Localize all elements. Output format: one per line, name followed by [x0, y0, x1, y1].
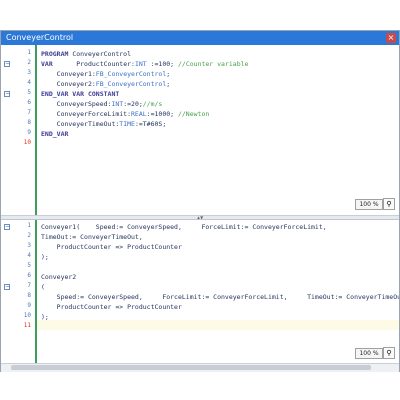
code-token: :=20; — [123, 100, 143, 108]
line-number: 9 — [27, 129, 31, 136]
code-line[interactable]: Speed:= ConveyerSpeed, ForceLimit:= Conv… — [41, 292, 399, 302]
zoom-level[interactable]: 100 % — [355, 199, 383, 210]
code-token: Conveyer2: — [41, 80, 96, 88]
line-number: 11 — [23, 322, 31, 329]
code-line[interactable]: Conveyer1:FB_ConveyerControl; — [41, 69, 171, 79]
line-number: 7 — [27, 109, 31, 116]
code-token: END_VAR VAR CONSTANT — [41, 90, 120, 98]
code-token: Speed:= ConveyerSpeed, ForceLimit:= Conv… — [41, 293, 399, 301]
zoom-icon[interactable]: ⚲ — [383, 347, 395, 359]
code-token: TimeOut:= ConveyerTimeOut, — [41, 233, 143, 241]
code-token: ProductCounter => ProductCounter — [41, 303, 182, 311]
code-token: ); — [41, 313, 49, 321]
line-number: 1 — [27, 49, 31, 56]
code-token: ( — [41, 283, 45, 291]
close-icon[interactable]: × — [386, 33, 396, 43]
change-marker-bar — [35, 220, 37, 372]
code-line[interactable]: END_VAR VAR CONSTANT — [41, 89, 119, 99]
code-token: FB_ConveyerControl — [95, 70, 167, 78]
line-number: 4 — [27, 252, 31, 259]
code-line[interactable]: Conveyer2 — [41, 272, 76, 282]
code-line[interactable]: ( — [41, 282, 45, 292]
line-number: 1 — [27, 222, 31, 229]
code-line[interactable]: ProductCounter => ProductCounter — [41, 242, 182, 252]
code-token: INT — [134, 60, 147, 68]
line-number: 4 — [27, 79, 31, 86]
line-number: 5 — [27, 89, 31, 96]
code-token: VAR — [41, 60, 77, 68]
change-marker-bar — [35, 45, 37, 215]
code-token: :=100; — [146, 60, 178, 68]
fold-toggle-icon[interactable]: − — [4, 61, 10, 67]
line-number: 10 — [23, 312, 31, 319]
horizontal-scrollbar[interactable] — [1, 363, 399, 372]
code-line[interactable]: ProductCounter => ProductCounter — [41, 302, 182, 312]
code-token: //Counter variable — [178, 60, 249, 68]
line-number: 6 — [27, 272, 31, 279]
code-token: ConveyerForceLimit: — [41, 110, 132, 118]
code-line[interactable]: ConveyerTimeOut:TIME:=T#60S; — [41, 119, 167, 129]
code-line[interactable]: Conveyer2:FB_ConveyerControl; — [41, 79, 171, 89]
line-number: 9 — [27, 302, 31, 309]
code-token: Conveyer1: — [41, 70, 96, 78]
code-token: REAL — [131, 110, 147, 118]
code-token: Conveyer2 — [41, 273, 77, 281]
line-number: 2 — [27, 59, 31, 66]
code-line[interactable]: ConveyerForceLimit:REAL:=1000; //Newton — [41, 109, 210, 119]
code-token: PROGRAM — [41, 50, 73, 58]
code-token: ConveyerTimeOut: — [41, 120, 120, 128]
code-token: INT — [111, 100, 124, 108]
implementation-pane[interactable]: 1 − 2 3 4 5 6 7 − 8 9 10 11 Conveyer1( Speed:= Conve… — [1, 219, 399, 372]
code-token: ProductCounter: — [76, 60, 135, 68]
code-token: //m/s — [142, 100, 163, 108]
declaration-pane[interactable]: 1 2−3 4 5−6 7 8 9 10 PROGRAM ConveyerControl VAR… — [1, 45, 399, 215]
line-number: 3 — [27, 242, 31, 249]
fold-toggle-icon[interactable]: − — [4, 224, 10, 230]
current-line-highlight — [37, 320, 399, 330]
line-number: 8 — [27, 119, 31, 126]
fold-toggle-icon[interactable]: − — [4, 91, 10, 97]
code-line[interactable]: Conveyer1( Speed:= ConveyerSpeed, ForceL… — [41, 222, 327, 232]
code-token: FB_ConveyerControl — [95, 80, 167, 88]
line-number: 8 — [27, 292, 31, 299]
zoom-level[interactable]: 100 % — [355, 348, 383, 359]
line-number: 7 — [27, 282, 31, 289]
line-number: 6 — [27, 99, 31, 106]
code-token: :=T#60S; — [134, 120, 167, 128]
code-line[interactable]: VAR ProductCounter:INT :=100; //Counter … — [41, 59, 248, 69]
line-number: 5 — [27, 262, 31, 269]
code-token: ConveyerControl — [72, 50, 132, 58]
code-token: Conveyer1( Speed:= ConveyerSpeed, ForceL… — [41, 223, 327, 231]
code-line[interactable]: ); — [41, 252, 49, 262]
window-title: ConveyerControl — [6, 33, 74, 42]
title-bar: ConveyerControl × — [1, 31, 399, 45]
code-token: ); — [41, 253, 49, 261]
code-line[interactable]: END_VAR — [41, 129, 68, 139]
code-line[interactable]: TimeOut:= ConveyerTimeOut, — [41, 232, 143, 242]
code-token: ConveyerSpeed: — [41, 100, 112, 108]
code-token: :=1000; — [146, 110, 178, 118]
code-line[interactable]: ); — [41, 312, 49, 322]
code-line[interactable]: PROGRAM ConveyerControl — [41, 49, 131, 59]
code-token: TIME — [119, 120, 135, 128]
code-token: ProductCounter => ProductCounter — [41, 243, 182, 251]
code-token: ; — [166, 80, 171, 88]
code-token: END_VAR — [41, 130, 69, 138]
line-number: 2 — [27, 232, 31, 239]
editor-window: ConveyerControl × 1 2 − 3 4 5 − 6 7 8 9 10 PROGRAM … — [0, 30, 400, 372]
line-number: 10 — [23, 139, 31, 146]
scrollbar-thumb[interactable] — [11, 365, 371, 370]
code-token: ; — [166, 70, 171, 78]
line-number: 3 — [27, 69, 31, 76]
zoom-icon[interactable]: ⚲ — [383, 198, 395, 210]
code-token: //Newton — [177, 110, 210, 118]
code-line[interactable]: ConveyerSpeed:INT:=20;//m/s — [41, 99, 163, 109]
fold-toggle-icon[interactable]: − — [4, 284, 10, 290]
